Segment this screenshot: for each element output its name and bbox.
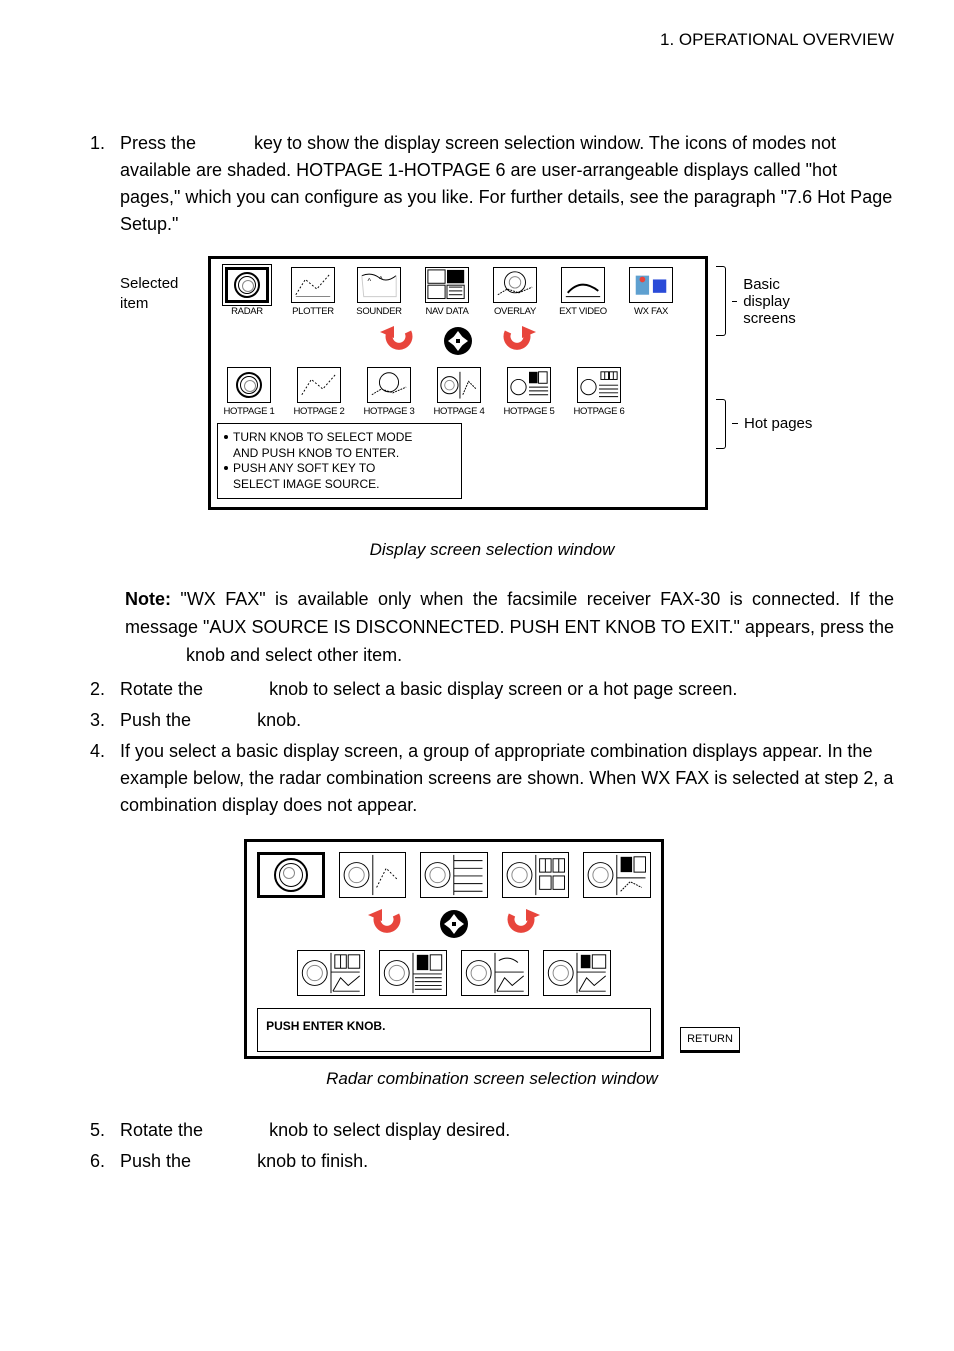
figure1-caption: Display screen selection window [90,540,894,560]
mode-plotter-icon[interactable] [291,267,335,303]
combo-radar-full-icon[interactable] [257,852,325,898]
text: AND PUSH KNOB TO ENTER. [233,446,399,460]
label: OVERLAY [494,306,536,317]
hotpage-4-icon[interactable] [437,367,481,403]
combo-radar-grid-icon[interactable] [502,852,570,898]
mode-overlay-icon[interactable] [493,267,537,303]
hotpage-5-icon[interactable] [507,367,551,403]
hotpage-6-icon[interactable] [577,367,621,403]
text: SELECT IMAGE SOURCE. [233,477,379,491]
page-header: 1. OPERATIONAL OVERVIEW [90,30,894,50]
label: RADAR [231,306,263,317]
text: Push the [120,710,196,730]
text: knob to finish. [252,1151,368,1171]
combo-radar-sounder-icon[interactable] [461,950,529,996]
text: PUSH ANY SOFT KEY TO [233,461,375,475]
display-selection-panel: RADAR PLOTTER ^^SOUNDER NAV DATA OVERLAY… [208,256,708,510]
selected-item-label: Selected item [120,256,200,510]
combo-radar-navdata-icon[interactable] [583,852,651,898]
label: HOTPAGE 6 [574,406,625,417]
combo-radar-mix-icon[interactable] [543,950,611,996]
svg-text:^: ^ [379,274,383,283]
label: NAV DATA [426,306,469,317]
step-1: 1. Press the key to show the display scr… [90,130,894,238]
text: Selected [120,275,178,292]
step-2: 2. Rotate the knob to select a basic dis… [90,676,894,703]
step-number: 6. [90,1148,120,1175]
return-button[interactable]: RETURN [680,1027,740,1053]
step-number: 3. [90,707,120,734]
note-paragraph: Note: "WX FAX" is available only when th… [125,586,894,670]
combo-radar-data-icon[interactable] [420,852,488,898]
label: HOTPAGE 3 [364,406,415,417]
rotate-ccw-icon [379,325,417,357]
label: PLOTTER [292,306,334,317]
mode-radar-icon[interactable] [225,267,269,303]
push-enter-instruction: PUSH ENTER KNOB. [257,1008,651,1052]
instruction-box: TURN KNOB TO SELECT MODE AND PUSH KNOB TO… [217,423,462,499]
step-number: 2. [90,676,120,703]
text: If you select a basic display screen, a … [120,738,894,819]
step-number: 4. [90,738,120,819]
text: Push the [120,1151,196,1171]
hotpage-1-icon[interactable] [227,367,271,403]
text: knob to select a basic display screen or… [264,679,737,699]
text: knob and select other item. [181,645,402,665]
rotate-ccw-icon [367,908,405,940]
step-5: 5. Rotate the knob to select display des… [90,1117,894,1144]
label: WX FAX [634,306,668,317]
text: knob. [252,710,301,730]
svg-text:^: ^ [368,276,372,285]
text: knob to select display desired. [264,1120,510,1140]
hotpage-2-icon[interactable] [297,367,341,403]
label: EXT VIDEO [559,306,607,317]
mode-sounder-icon[interactable]: ^^ [357,267,401,303]
step-4: 4. If you select a basic display screen,… [90,738,894,819]
step-number: 5. [90,1117,120,1144]
text: item [120,295,148,312]
hot-pages-label: Hot pages [744,415,812,432]
rotate-cw-icon [499,325,537,357]
radar-combination-figure: PUSH ENTER KNOB. RETURN [90,839,894,1059]
push-knob-icon [435,908,473,940]
hotpage-3-icon[interactable] [367,367,411,403]
text: Rotate the [120,1120,208,1140]
mode-navdata-icon[interactable] [425,267,469,303]
text: Press the [120,133,201,153]
step-6: 6. Push the knob to finish. [90,1148,894,1175]
label: HOTPAGE 5 [504,406,555,417]
figure2-caption: Radar combination screen selection windo… [90,1069,894,1089]
label: HOTPAGE 4 [434,406,485,417]
combo-radar-plotter-icon[interactable] [339,852,407,898]
text: "WX FAX" is available only when the facs… [125,589,894,637]
display-selection-figure: Selected item RADAR PLOTTER ^^SOUNDER NA… [120,256,894,510]
label: SOUNDER [356,306,401,317]
text: Rotate the [120,679,208,699]
step-text: Press the key to show the display screen… [120,130,894,238]
text: TURN KNOB TO SELECT MODE [233,430,412,444]
text: Basic display [743,276,790,310]
step-number: 1. [90,130,120,238]
text: key to show the display screen selection… [120,133,892,234]
combo-radar-nav-line-icon[interactable] [379,950,447,996]
push-knob-icon [439,325,477,357]
mode-wxfax-icon[interactable] [629,267,673,303]
basic-screens-label: Basic display screens [743,276,826,327]
rotate-cw-icon [503,908,541,940]
label: HOTPAGE 1 [224,406,275,417]
combo-radar-tri-icon[interactable] [297,950,365,996]
mode-extvideo-icon[interactable] [561,267,605,303]
label: HOTPAGE 2 [294,406,345,417]
text: screens [743,310,796,327]
note-label: Note: [125,589,171,609]
radar-combination-panel: PUSH ENTER KNOB. [244,839,664,1059]
step-3: 3. Push the knob. [90,707,894,734]
